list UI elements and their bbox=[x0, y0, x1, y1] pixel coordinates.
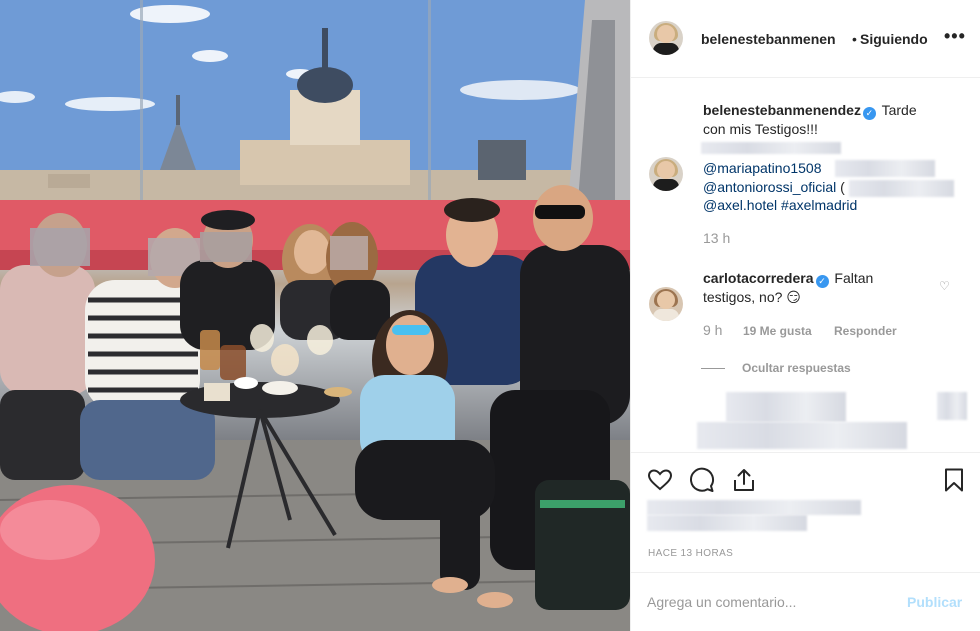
blurred-text bbox=[835, 160, 935, 177]
comment-likes[interactable]: 19 Me gusta bbox=[743, 324, 812, 338]
reply-button[interactable]: Responder bbox=[834, 324, 897, 338]
verified-badge-icon: ✓ bbox=[815, 275, 829, 288]
mention-antoniorossi[interactable]: @antoniorossi_oficial bbox=[703, 179, 836, 195]
reply-button-label[interactable]: Responder bbox=[834, 324, 897, 338]
mention-suffix: ( bbox=[840, 179, 845, 195]
caption-username[interactable]: belenestebanmenendez bbox=[703, 102, 861, 118]
header-separator: • bbox=[852, 31, 857, 47]
blurred-reply bbox=[726, 392, 846, 422]
mention-axelhotel[interactable]: @axel.hotel bbox=[703, 197, 777, 213]
author-avatar[interactable] bbox=[649, 21, 683, 55]
more-options-icon[interactable]: ••• bbox=[944, 26, 966, 47]
replies-divider bbox=[701, 368, 725, 369]
heart-icon[interactable] bbox=[647, 467, 673, 493]
mention-mariapatino[interactable]: @mariapatino1508 bbox=[703, 160, 822, 176]
share-icon[interactable] bbox=[731, 467, 757, 493]
caption-time[interactable]: 13 h bbox=[703, 230, 730, 246]
rooftop-photo-illustration bbox=[0, 0, 630, 631]
comments-list: belenestebanmenendez ✓ Tarde con mis Test… bbox=[631, 79, 980, 452]
post-photo[interactable] bbox=[0, 0, 630, 631]
mention-line3: @axel.hotel #axelmadrid bbox=[703, 196, 857, 215]
verified-badge-icon: ✓ bbox=[862, 107, 876, 120]
blurred-text bbox=[701, 142, 841, 154]
post-comment-button[interactable]: Publicar bbox=[907, 594, 962, 610]
hide-replies-label[interactable]: Ocultar respuestas bbox=[742, 361, 851, 375]
commenter-username[interactable]: carlotacorredera bbox=[703, 270, 814, 286]
comment-likes-count[interactable]: 19 Me gusta bbox=[743, 324, 812, 338]
like-comment-heart-icon[interactable]: ♡ bbox=[939, 279, 950, 293]
caption-line1: Tarde bbox=[881, 102, 917, 118]
caption-line2: con mis Testigos!!! bbox=[703, 121, 818, 137]
caption-avatar[interactable] bbox=[649, 157, 683, 191]
comment-icon[interactable] bbox=[689, 467, 715, 493]
blurred-likes bbox=[647, 515, 807, 531]
mention-line2: @antoniorossi_oficial ( bbox=[703, 178, 845, 197]
mention-line1: @mariapatino1508 bbox=[703, 159, 822, 178]
blurred-likes bbox=[647, 500, 861, 515]
comment-input[interactable] bbox=[647, 594, 897, 610]
caption-text: belenestebanmenendez ✓ Tarde con mis Test… bbox=[703, 101, 973, 139]
comment-line2: testigos, no? 😏 bbox=[703, 289, 801, 305]
comment-line1: Faltan bbox=[834, 270, 874, 286]
post-side-panel: belenestebanmenen • Siguiendo ••• belene… bbox=[630, 0, 980, 631]
blurred-reply bbox=[937, 392, 967, 420]
blurred-text bbox=[849, 180, 954, 197]
add-comment-bar: Publicar bbox=[631, 572, 980, 631]
following-button[interactable]: Siguiendo bbox=[860, 31, 928, 47]
blurred-reply bbox=[697, 422, 907, 449]
post-timestamp[interactable]: HACE 13 HORAS bbox=[648, 548, 733, 559]
author-username[interactable]: belenestebanmenen bbox=[701, 31, 836, 47]
comment-time[interactable]: 9 h bbox=[703, 322, 722, 338]
bookmark-icon[interactable] bbox=[941, 467, 967, 493]
action-bar: HACE 13 HORAS bbox=[631, 452, 980, 572]
commenter-avatar[interactable] bbox=[649, 287, 683, 321]
hide-replies-button[interactable]: Ocultar respuestas bbox=[742, 361, 851, 375]
comment-text: carlotacorredera ✓ Faltan testigos, no? 😏 bbox=[703, 269, 933, 307]
hashtag-axelmadrid[interactable]: #axelmadrid bbox=[781, 197, 857, 213]
post-header: belenestebanmenen • Siguiendo ••• bbox=[631, 0, 980, 78]
